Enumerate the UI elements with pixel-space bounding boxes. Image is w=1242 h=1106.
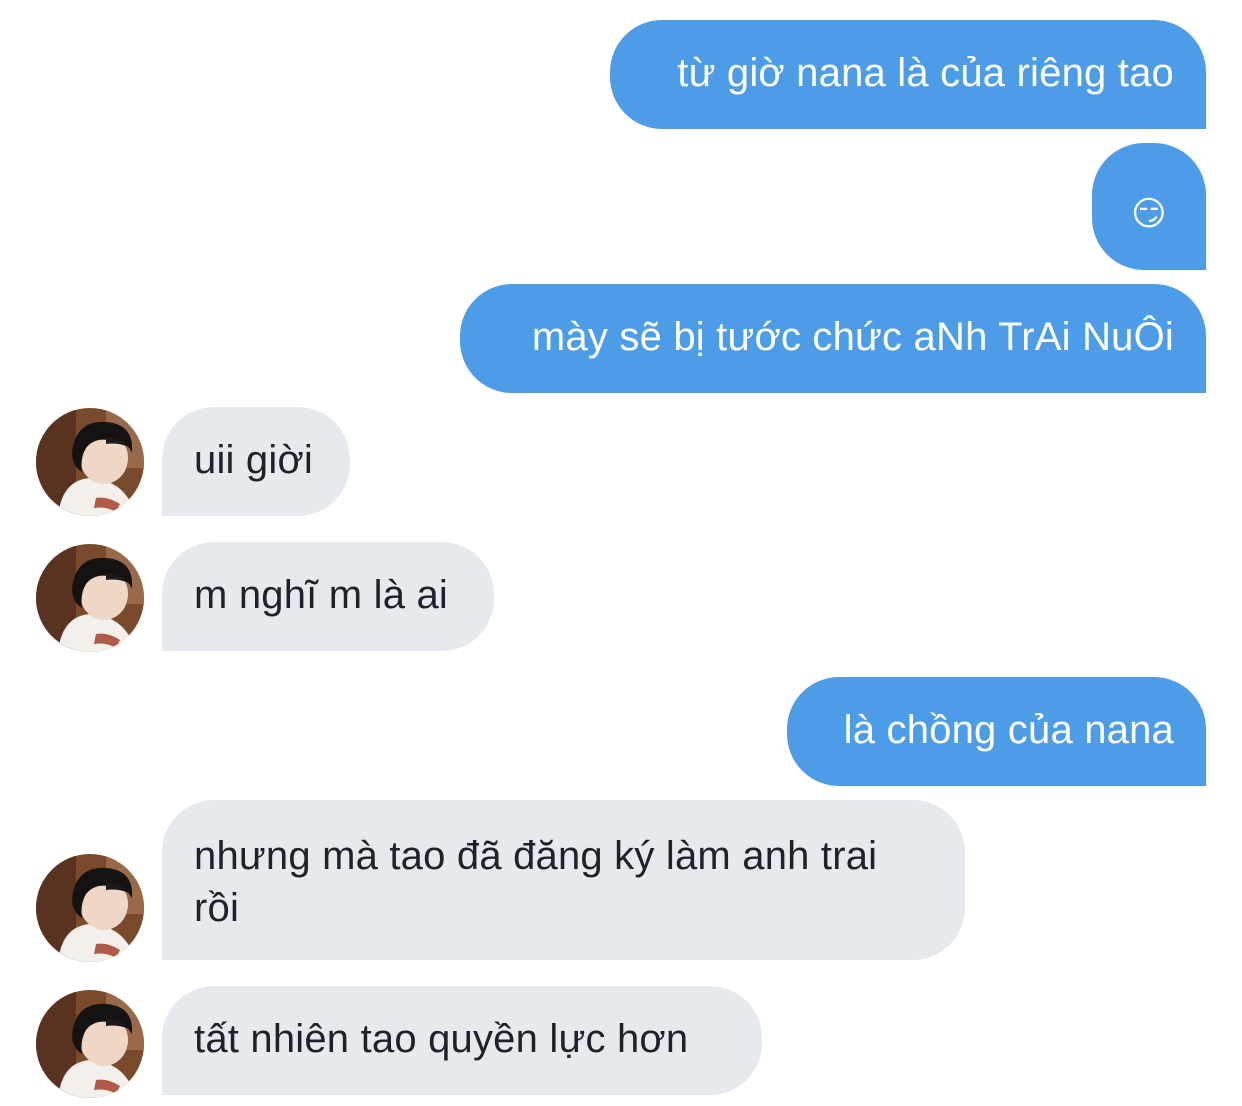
message-bubble-incoming[interactable]: m nghĩ m là ai [162, 542, 494, 651]
message-bubble-incoming[interactable]: tất nhiên tao quyền lực hơn [162, 986, 762, 1095]
message-bubble-outgoing[interactable]: là chồng của nana [787, 677, 1206, 786]
avatar[interactable] [36, 990, 144, 1098]
message-text: từ giờ nana là của riêng tao [677, 51, 1174, 95]
message-text: mày sẽ bị tước chức aNh TrAi NuÔi [531, 315, 1174, 359]
smirking-face-icon: 😏 [1131, 195, 1167, 233]
avatar[interactable] [36, 408, 144, 516]
message-bubble-outgoing[interactable]: 😏 [1092, 143, 1206, 270]
message-text: nhưng mà tao đã đăng ký làm anh trai rồi [194, 834, 878, 930]
message-bubble-outgoing[interactable]: từ giờ nana là của riêng tao [610, 20, 1206, 129]
message-bubble-incoming[interactable]: nhưng mà tao đã đăng ký làm anh trai rồi [162, 800, 965, 960]
avatar[interactable] [36, 544, 144, 652]
message-bubble-outgoing[interactable]: mày sẽ bị tước chức aNh TrAi NuÔi [460, 284, 1206, 393]
message-text: m nghĩ m là ai [194, 573, 449, 617]
conversation: từ giờ nana là của riêng tao 😏 mày sẽ bị… [0, 0, 1242, 1106]
message-text: là chồng của nana [843, 708, 1174, 752]
message-text: uii giời [194, 438, 313, 482]
message-bubble-incoming[interactable]: uii giời [162, 407, 350, 516]
message-text: tất nhiên tao quyền lực hơn [194, 1017, 689, 1061]
avatar[interactable] [36, 854, 144, 962]
